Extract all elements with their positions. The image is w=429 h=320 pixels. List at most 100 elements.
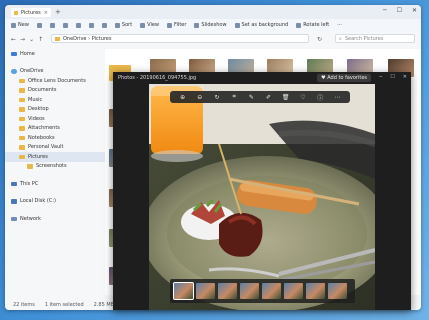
sidebar-item-label: Videos <box>28 115 45 122</box>
sidebar-item-label: Pictures <box>28 153 48 160</box>
sidebar-item-label: This PC <box>20 180 39 187</box>
toolbar-label: New <box>18 22 29 28</box>
sidebar-item-folder[interactable]: Office Lens Documents <box>5 76 105 86</box>
copy-button[interactable] <box>49 22 55 28</box>
draw-icon[interactable]: ✐ <box>266 94 272 101</box>
back-arrow-icon[interactable]: ← <box>11 36 16 43</box>
rename-button[interactable] <box>75 22 81 28</box>
chevron-down-icon[interactable]: ⌄ <box>29 36 34 43</box>
toolbar-label: Rotate left <box>303 22 330 28</box>
sidebar-item-network[interactable]: Network <box>5 214 105 224</box>
sidebar-item-this-pc[interactable]: This PC <box>5 179 105 189</box>
edit-icon[interactable]: ✎ <box>248 94 254 101</box>
search-input[interactable]: ⌕ Search Pictures <box>335 34 415 43</box>
toolbar-slideshow-button[interactable]: Slideshow <box>194 22 227 28</box>
zoom-out-icon[interactable]: ⊖ <box>197 94 203 101</box>
explorer-toolbar: New Sort View Filter Slideshow Set as ba… <box>5 19 421 31</box>
sidebar-item-pictures[interactable]: Pictures <box>5 152 105 162</box>
selection-size: 2.85 MB <box>93 301 115 308</box>
filmstrip-thumbnail[interactable] <box>218 283 237 299</box>
minimize-icon[interactable]: ─ <box>379 74 382 80</box>
filter-icon <box>167 22 173 28</box>
delete-button[interactable] <box>101 22 107 28</box>
sidebar-item-home[interactable]: Home <box>5 49 105 59</box>
copy-icon <box>49 22 55 28</box>
toolbar-filter-button[interactable]: Filter <box>167 22 186 28</box>
photos-titlebar: Photos - 20190616_094755.jpg ♥ Add to fa… <box>113 72 411 83</box>
cut-button[interactable] <box>36 22 42 28</box>
filmstrip-thumbnail[interactable] <box>328 283 347 299</box>
search-placeholder: Search Pictures <box>344 35 384 42</box>
background-icon <box>234 22 240 28</box>
info-icon[interactable]: ⓘ <box>317 94 323 102</box>
explorer-tab[interactable]: Pictures × <box>11 8 51 17</box>
minimize-icon[interactable]: ─ <box>383 7 387 14</box>
share-button[interactable] <box>88 22 94 28</box>
folder-icon <box>55 36 60 41</box>
toolbar-new-button[interactable]: New <box>11 22 29 28</box>
folder-icon <box>14 10 18 15</box>
new-tab-button[interactable]: + <box>55 8 61 16</box>
sidebar-item-folder[interactable]: Documents <box>5 86 105 96</box>
sidebar-item-label: Notebooks <box>28 134 55 141</box>
folder-icon <box>19 145 25 150</box>
sidebar-item-label: Desktop <box>28 106 49 113</box>
sidebar-item-label: Attachments <box>28 125 60 132</box>
toolbar-label: Filter <box>174 22 187 28</box>
navigation-pane: Home OneDrive Office Lens Documents Docu… <box>5 49 105 295</box>
zoom-in-icon[interactable]: ⊕ <box>180 94 186 101</box>
pc-icon <box>11 181 17 186</box>
filmstrip-thumbnail[interactable] <box>306 283 325 299</box>
toolbar-label: Slideshow <box>201 22 227 28</box>
forward-arrow-icon[interactable]: → <box>20 36 25 43</box>
close-tab-icon[interactable]: × <box>44 10 48 16</box>
sidebar-item-onedrive[interactable]: OneDrive <box>5 67 105 77</box>
filmstrip-thumbnail[interactable] <box>284 283 303 299</box>
sidebar-item-label: Music <box>28 96 43 103</box>
toolbar-view-button[interactable]: View <box>140 22 159 28</box>
filmstrip-thumbnail[interactable] <box>173 282 194 300</box>
toolbar-label: Set as background <box>241 22 289 28</box>
folder-icon <box>27 164 33 169</box>
close-icon[interactable]: ✕ <box>403 74 407 80</box>
delete-icon <box>101 22 107 28</box>
maximize-icon[interactable]: ☐ <box>390 74 394 80</box>
slideshow-icon <box>194 22 200 28</box>
toolbar-rotate-button[interactable]: Rotate left <box>296 22 329 28</box>
maximize-icon[interactable]: ☐ <box>397 7 402 14</box>
filmstrip-thumbnail[interactable] <box>262 283 281 299</box>
folder-icon <box>19 135 25 140</box>
filmstrip-thumbnail[interactable] <box>240 283 259 299</box>
sidebar-item-folder[interactable]: Videos <box>5 114 105 124</box>
sidebar-item-folder[interactable]: Music <box>5 95 105 105</box>
close-icon[interactable]: ✕ <box>412 7 417 14</box>
new-icon <box>11 22 16 28</box>
rename-icon <box>75 22 81 28</box>
toolbar-background-button[interactable]: Set as background <box>234 22 289 28</box>
address-bar[interactable]: OneDrive › Pictures <box>51 34 309 43</box>
folder-icon <box>19 126 25 131</box>
folder-icon <box>19 97 25 102</box>
sidebar-item-folder[interactable]: Personal Vault <box>5 143 105 153</box>
crop-icon[interactable]: ⌗ <box>231 93 237 100</box>
refresh-icon[interactable]: ↻ <box>317 36 322 43</box>
toolbar-sort-button[interactable]: Sort <box>114 22 132 28</box>
sidebar-item-local-disk[interactable]: Local Disk (C:) <box>5 197 105 207</box>
favorite-button[interactable]: ♥ Add to favorites <box>317 73 371 82</box>
delete-icon[interactable]: 🗑 <box>282 94 290 101</box>
favorite-icon[interactable]: ♡ <box>300 94 306 101</box>
paste-button[interactable] <box>62 22 68 28</box>
more-options-button[interactable]: ··· <box>337 22 342 28</box>
sidebar-item-folder[interactable]: Attachments <box>5 124 105 134</box>
sidebar-item-screenshots[interactable]: Screenshots <box>5 162 105 172</box>
filmstrip <box>170 279 355 303</box>
search-icon: ⌕ <box>339 35 342 42</box>
sidebar-item-folder[interactable]: Notebooks <box>5 133 105 143</box>
sidebar-item-label: Network <box>20 215 41 222</box>
address-row: ← → ⌄ ↑ OneDrive › Pictures ↻ ⌕ Search P… <box>5 33 421 45</box>
up-arrow-icon[interactable]: ↑ <box>38 36 43 43</box>
sidebar-item-folder[interactable]: Desktop <box>5 105 105 115</box>
rotate-icon[interactable]: ↻ <box>214 94 220 101</box>
more-icon[interactable]: ⋯ <box>334 94 340 101</box>
filmstrip-thumbnail[interactable] <box>196 283 215 299</box>
